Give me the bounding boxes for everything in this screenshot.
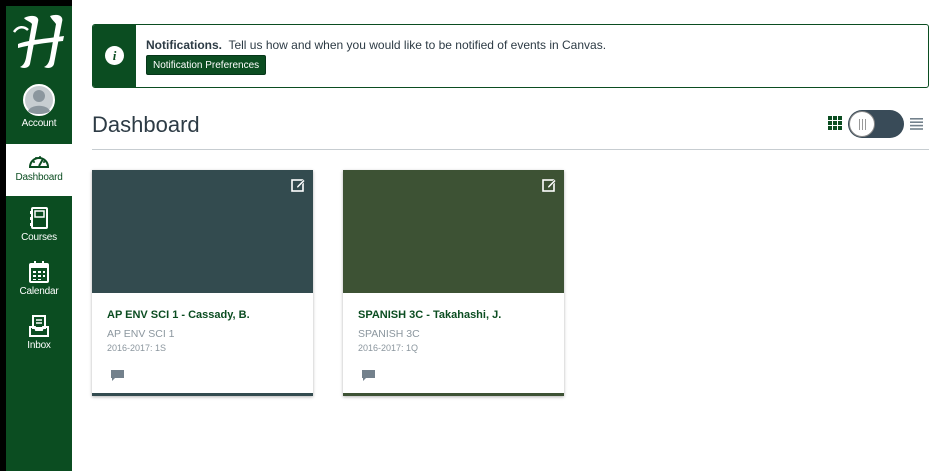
info-icon: i (105, 46, 124, 65)
school-logo-icon[interactable] (10, 12, 72, 72)
view-toggle-knob[interactable] (849, 111, 875, 137)
course-card-term: 2016-2017: 1S (107, 343, 167, 353)
edit-icon[interactable] (291, 178, 305, 192)
nav-courses[interactable]: Courses (6, 206, 72, 243)
discussions-icon[interactable] (110, 369, 125, 382)
course-card-color-bar (343, 393, 564, 396)
notification-side-bar: i (93, 25, 136, 87)
nav-dashboard[interactable]: Dashboard (6, 144, 72, 196)
course-card-color-bar (92, 393, 313, 396)
nav-calendar[interactable]: Calendar (6, 260, 72, 297)
nav-account[interactable]: Account (6, 84, 72, 140)
dashboard-icon (28, 156, 50, 168)
course-card[interactable]: SPANISH 3C - Takahashi, J. SPANISH 3C 20… (343, 170, 564, 396)
nav-calendar-label: Calendar (19, 286, 59, 297)
nav-courses-label: Courses (21, 232, 57, 243)
calendar-icon (29, 261, 49, 283)
nav-dashboard-label: Dashboard (15, 172, 63, 183)
course-card-hero[interactable] (92, 170, 313, 293)
nav-inbox[interactable]: Inbox (6, 314, 72, 351)
course-card-hero[interactable] (343, 170, 564, 293)
discussions-icon[interactable] (361, 369, 376, 382)
course-card-title[interactable]: AP ENV SCI 1 - Cassady, B. (107, 309, 250, 321)
course-card-code: SPANISH 3C (358, 328, 420, 340)
view-toggle[interactable] (848, 110, 904, 138)
page-title: Dashboard (92, 112, 200, 137)
courses-icon (30, 207, 48, 229)
course-card[interactable]: AP ENV SCI 1 - Cassady, B. AP ENV SCI 1 … (92, 170, 313, 396)
global-nav: Account Dashboard Courses Calendar Inbox (0, 0, 72, 471)
notification-message: Tell us how and when you would like to b… (228, 38, 607, 52)
course-card-term: 2016-2017: 1Q (358, 343, 419, 353)
inbox-icon (29, 315, 49, 337)
edit-icon[interactable] (542, 178, 556, 192)
nav-account-label: Account (21, 118, 57, 129)
card-view-icon[interactable] (828, 116, 842, 130)
notification-text: Notifications. Tell us how and when you … (146, 38, 606, 52)
avatar-icon (23, 84, 55, 116)
course-card-title[interactable]: SPANISH 3C - Takahashi, J. (358, 309, 501, 321)
notification-title: Notifications. (146, 38, 223, 52)
nav-inbox-label: Inbox (27, 340, 51, 351)
course-card-code: AP ENV SCI 1 (107, 328, 175, 340)
notification-banner: i Notifications. Tell us how and when yo… (92, 24, 929, 88)
header-divider (92, 149, 929, 150)
notification-preferences-button[interactable]: Notification Preferences (146, 55, 267, 75)
list-view-icon[interactable] (910, 118, 923, 130)
